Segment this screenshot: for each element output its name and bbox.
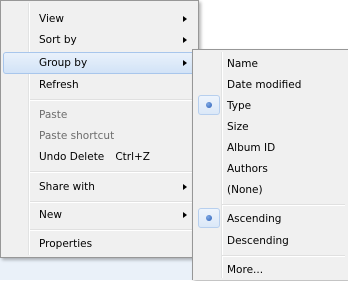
menu-item-label: Authors bbox=[227, 163, 268, 175]
radio-bullet-icon bbox=[206, 102, 212, 108]
menu-item-label: Properties bbox=[39, 238, 93, 250]
menu-item-label: Type bbox=[227, 100, 252, 112]
menu-item-label: Size bbox=[227, 121, 249, 133]
menu-separator bbox=[30, 229, 195, 231]
menu-separator bbox=[222, 255, 345, 257]
menu-item-paste[interactable]: Paste bbox=[3, 104, 196, 126]
menu-item-label: Album ID bbox=[227, 142, 276, 154]
submenu-item-name[interactable]: Name bbox=[195, 53, 346, 75]
desktop-context-menu: View Sort by Group by Refresh Paste Past… bbox=[0, 0, 199, 258]
menu-item-undo-delete[interactable]: Undo Delete Ctrl+Z bbox=[3, 146, 196, 168]
menu-item-label: More... bbox=[227, 264, 264, 276]
submenu-arrow-icon bbox=[183, 37, 187, 43]
menu-separator bbox=[30, 171, 195, 173]
menu-item-label: New bbox=[39, 209, 62, 221]
keyboard-shortcut: Ctrl+Z bbox=[115, 151, 150, 163]
submenu-item-ascending[interactable]: Ascending bbox=[195, 208, 346, 230]
submenu-arrow-icon bbox=[183, 16, 187, 22]
menu-item-refresh[interactable]: Refresh bbox=[3, 74, 196, 96]
submenu-item-type[interactable]: Type bbox=[195, 95, 346, 117]
menu-item-label: Name bbox=[227, 58, 258, 70]
menu-item-label: Refresh bbox=[39, 79, 79, 91]
menu-item-label: Descending bbox=[227, 235, 289, 247]
submenu-item-album-id[interactable]: Album ID bbox=[195, 137, 346, 159]
desktop-background bbox=[0, 258, 194, 280]
submenu-item-none[interactable]: (None) bbox=[195, 179, 346, 201]
submenu-arrow-icon bbox=[183, 60, 187, 66]
menu-item-label: Ascending bbox=[227, 213, 282, 225]
menu-item-label: Paste bbox=[39, 109, 68, 121]
menu-item-label: Date modified bbox=[227, 79, 302, 91]
submenu-arrow-icon bbox=[183, 184, 187, 190]
menu-item-label: View bbox=[39, 13, 64, 25]
menu-item-share-with[interactable]: Share with bbox=[3, 176, 196, 198]
submenu-item-date-modified[interactable]: Date modified bbox=[195, 74, 346, 96]
menu-separator bbox=[222, 204, 345, 206]
menu-item-label: Share with bbox=[39, 181, 95, 193]
group-by-submenu: Name Date modified Type Size Album ID Au… bbox=[192, 49, 348, 280]
menu-item-group-by[interactable]: Group by bbox=[3, 52, 196, 74]
menu-item-label: Paste shortcut bbox=[39, 130, 115, 142]
submenu-item-authors[interactable]: Authors bbox=[195, 158, 346, 180]
menu-item-new[interactable]: New bbox=[3, 204, 196, 226]
menu-item-properties[interactable]: Properties bbox=[3, 233, 196, 255]
menu-item-label: Group by bbox=[39, 57, 88, 69]
menu-item-sort-by[interactable]: Sort by bbox=[3, 29, 196, 51]
menu-item-paste-shortcut[interactable]: Paste shortcut bbox=[3, 125, 196, 147]
submenu-arrow-icon bbox=[183, 212, 187, 218]
menu-item-label: (None) bbox=[227, 184, 263, 196]
radio-bullet-icon bbox=[206, 215, 212, 221]
menu-item-view[interactable]: View bbox=[3, 8, 196, 30]
submenu-item-size[interactable]: Size bbox=[195, 116, 346, 138]
menu-separator bbox=[30, 201, 195, 203]
menu-separator bbox=[30, 99, 195, 101]
menu-item-label: Sort by bbox=[39, 34, 77, 46]
submenu-item-more[interactable]: More... bbox=[195, 259, 346, 281]
submenu-item-descending[interactable]: Descending bbox=[195, 230, 346, 252]
menu-item-label: Undo Delete bbox=[39, 151, 105, 163]
